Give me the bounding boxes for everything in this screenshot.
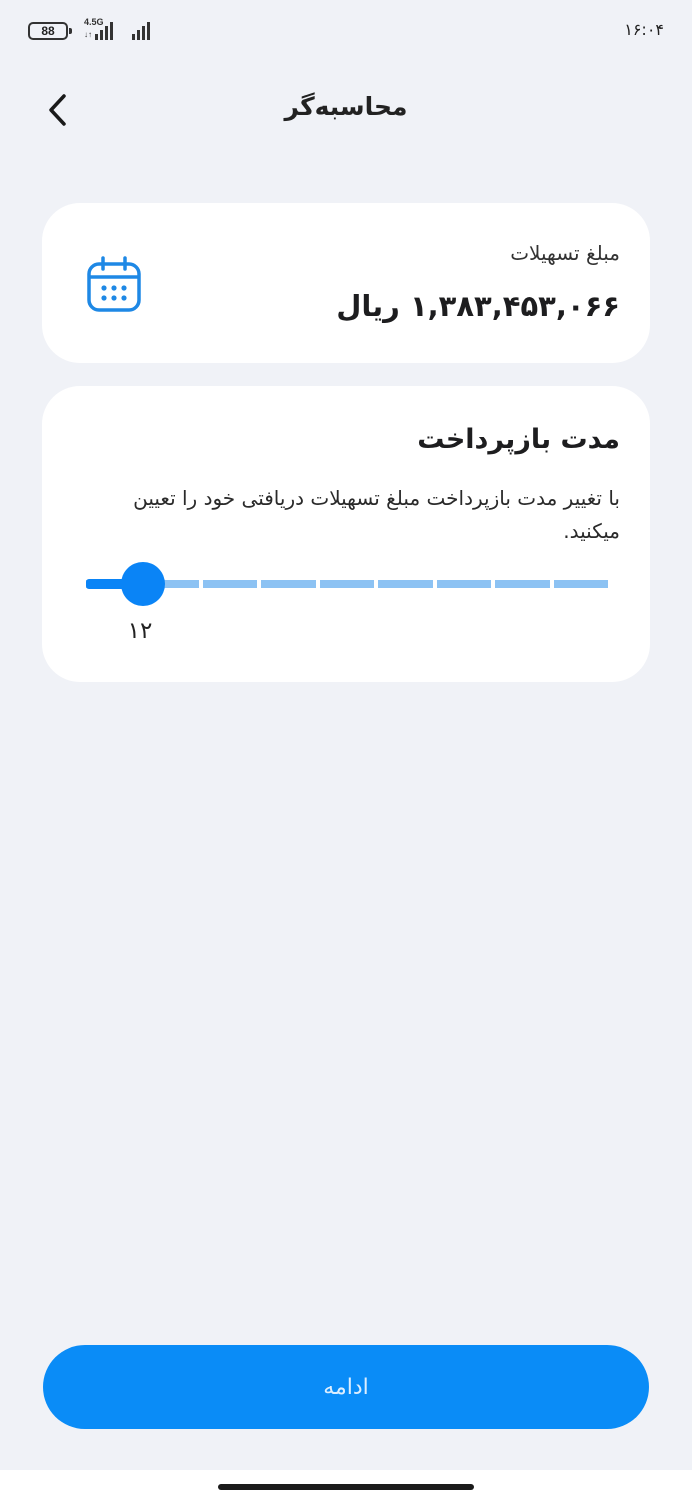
- repayment-duration-slider[interactable]: [86, 562, 608, 606]
- calculator-screen: 88 4.5G ↓↑ ۱۶:۰۴ محاسبه‌گر مبلغ تسهیلات …: [0, 0, 692, 1500]
- loan-amount-label: مبلغ تسهیلات: [510, 241, 620, 265]
- network-activity-icon: ↓↑: [84, 30, 92, 39]
- repayment-duration-card: مدت بازپرداخت با تغییر مدت بازپرداخت مبل…: [42, 386, 650, 682]
- slider-track-segment[interactable]: [378, 580, 433, 588]
- slider-track-segment[interactable]: [553, 580, 608, 588]
- slider-track-segment[interactable]: [261, 580, 316, 588]
- slider-track-segment[interactable]: [495, 580, 550, 588]
- slider-track-segment[interactable]: [436, 580, 492, 588]
- repayment-duration-title: مدت بازپرداخت: [417, 424, 620, 455]
- slider-track-segment[interactable]: [319, 580, 375, 588]
- signal-icon: [132, 20, 150, 40]
- slider-track-segment[interactable]: [202, 580, 258, 588]
- battery-level: 88: [41, 24, 55, 38]
- battery-indicator: 88: [28, 22, 72, 40]
- loan-amount-card: مبلغ تسهیلات ۱,۳۸۳,۴۵۳,۰۶۶ ریال: [42, 203, 650, 363]
- status-bar: 88 4.5G ↓↑ ۱۶:۰۴: [0, 0, 692, 60]
- navigation-bar: [0, 1470, 692, 1500]
- repayment-duration-description: با تغییر مدت بازپرداخت مبلغ تسهیلات دریا…: [133, 486, 620, 543]
- home-indicator[interactable]: [218, 1484, 474, 1490]
- calendar-icon: [87, 256, 141, 312]
- slider-value-label: ۱۲: [127, 618, 153, 644]
- continue-button[interactable]: ادامه: [43, 1345, 649, 1429]
- slider-thumb[interactable]: [121, 562, 165, 606]
- continue-button-label: ادامه: [323, 1374, 369, 1400]
- signal-icon: [95, 20, 113, 40]
- status-time: ۱۶:۰۴: [624, 20, 664, 39]
- page-title: محاسبه‌گر: [284, 92, 408, 121]
- loan-amount-value: ۱,۳۸۳,۴۵۳,۰۶۶ ریال: [336, 289, 620, 323]
